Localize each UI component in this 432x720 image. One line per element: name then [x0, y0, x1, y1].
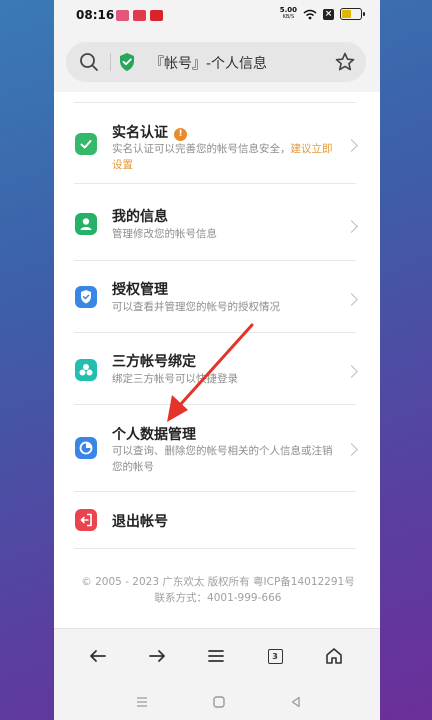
settings-card: 实名认证! 实名认证可以完善您的帐号信息安全，建议立即设置 我的信息 管理修改您…	[54, 92, 380, 628]
browser-bottom-bar: 3	[54, 628, 380, 684]
secure-shield-icon	[120, 53, 134, 71]
triangle-back-icon	[291, 696, 300, 708]
forward-button[interactable]	[144, 643, 170, 669]
search-icon[interactable]	[78, 51, 100, 73]
network-speed: 5.00 KB/S	[280, 7, 297, 21]
address-divider	[110, 53, 111, 71]
recent-apps-icon	[137, 697, 147, 707]
address-bar[interactable]: 『帐号』-个人信息	[66, 42, 366, 82]
back-button[interactable]	[85, 643, 111, 669]
status-indicators: 5.00 KB/S ×	[280, 7, 365, 21]
app-notif-3-icon	[150, 10, 163, 21]
app-notif-2-icon	[133, 10, 146, 21]
hamburger-menu-icon	[208, 650, 224, 662]
no-sim-icon: ×	[323, 8, 334, 20]
menu-button[interactable]	[203, 643, 229, 669]
tab-count: 3	[267, 648, 283, 664]
tabs-button[interactable]: 3	[262, 643, 288, 669]
system-home-button[interactable]	[211, 694, 227, 710]
app-notif-1-icon	[116, 10, 129, 21]
square-home-icon	[213, 696, 225, 708]
arrow-left-icon	[90, 650, 106, 662]
bookmark-star-icon[interactable]	[334, 51, 356, 73]
annotation-arrow	[167, 323, 254, 422]
home-icon	[326, 648, 342, 664]
status-bar: 08:16 5.00 KB/S ×	[54, 0, 380, 32]
home-button[interactable]	[321, 643, 347, 669]
wifi-icon	[303, 9, 317, 19]
status-time: 08:16	[76, 8, 115, 22]
phone-screen: 08:16 5.00 KB/S × 『帐号』-个人信息 实名认证 ! 实名认证可…	[54, 0, 380, 720]
page-title[interactable]: 『帐号』-个人信息	[150, 53, 267, 73]
recent-apps-button[interactable]	[134, 694, 150, 710]
network-speed-value: 5.00	[279, 6, 297, 14]
arrow-right-icon	[149, 650, 165, 662]
battery-icon	[340, 8, 365, 20]
system-back-button[interactable]	[288, 694, 304, 710]
network-speed-unit: KB/S	[282, 14, 295, 20]
system-nav-bar	[54, 684, 380, 720]
